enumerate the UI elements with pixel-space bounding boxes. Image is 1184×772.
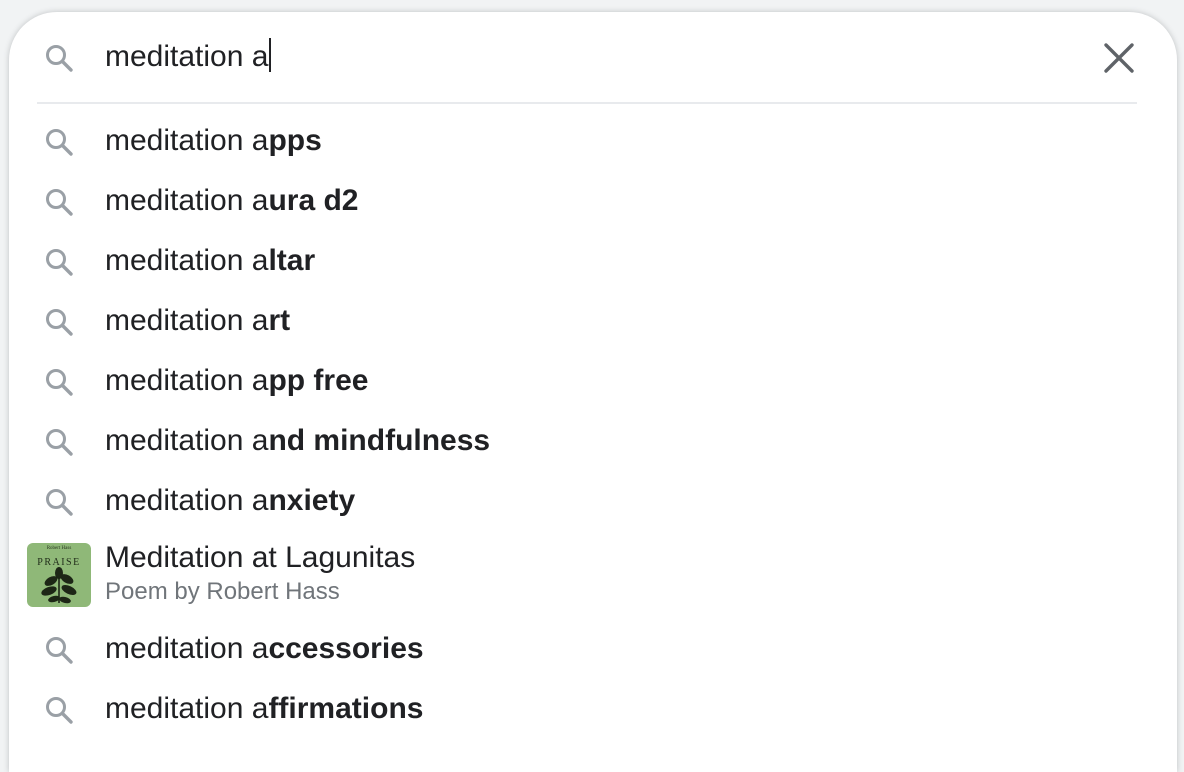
divider bbox=[37, 102, 1137, 104]
search-icon bbox=[43, 186, 75, 218]
suggestion-item[interactable]: meditation altar bbox=[9, 232, 1177, 292]
suggestion-title: Meditation at Lagunitas bbox=[105, 541, 416, 574]
suggestion-text: meditation altar bbox=[105, 243, 315, 279]
suggestion-prefix: meditation a bbox=[105, 692, 269, 725]
suggestion-prefix: meditation a bbox=[105, 484, 269, 517]
search-input[interactable]: meditation a bbox=[105, 38, 272, 75]
search-icon bbox=[43, 426, 75, 458]
suggestion-text: meditation aura d2 bbox=[105, 183, 358, 219]
search-icon bbox=[43, 306, 75, 338]
clear-search-button[interactable] bbox=[1099, 38, 1139, 78]
search-suggestions-panel: meditation a meditation apps meditation … bbox=[9, 12, 1177, 772]
suggestion-completion: ltar bbox=[268, 244, 316, 277]
suggestion-prefix: meditation a bbox=[105, 124, 269, 157]
suggestion-prefix: meditation a bbox=[105, 304, 269, 337]
suggestion-list: meditation apps meditation aura d2 medit… bbox=[9, 112, 1177, 740]
plant-illustration bbox=[41, 567, 77, 604]
suggestion-item-rich[interactable]: Robert Hass PRAISE Meditation at Lagunit… bbox=[9, 532, 1177, 620]
suggestion-prefix: meditation a bbox=[105, 632, 269, 665]
suggestion-completion: ccessories bbox=[268, 632, 424, 665]
suggestion-text: meditation art bbox=[105, 303, 290, 339]
text-caret bbox=[269, 38, 272, 72]
suggestion-completion: pps bbox=[268, 124, 322, 157]
suggestion-item[interactable]: meditation app free bbox=[9, 352, 1177, 412]
search-icon bbox=[43, 634, 75, 666]
suggestion-completion: ffirmations bbox=[268, 692, 424, 725]
search-icon bbox=[43, 42, 75, 74]
suggestion-text: meditation anxiety bbox=[105, 483, 355, 519]
suggestion-text: meditation app free bbox=[105, 363, 368, 399]
suggestion-item[interactable]: meditation and mindfulness bbox=[9, 412, 1177, 472]
search-bar[interactable]: meditation a bbox=[9, 12, 1177, 102]
book-cover-thumbnail: Robert Hass PRAISE bbox=[27, 543, 91, 607]
suggestion-completion: nxiety bbox=[268, 484, 356, 517]
search-input-text: meditation a bbox=[105, 40, 269, 73]
suggestion-completion: pp free bbox=[268, 364, 369, 397]
search-icon bbox=[43, 486, 75, 518]
suggestion-text: meditation affirmations bbox=[105, 691, 423, 727]
search-icon bbox=[43, 366, 75, 398]
suggestion-prefix: meditation a bbox=[105, 184, 269, 217]
close-icon bbox=[1104, 43, 1134, 73]
suggestion-item[interactable]: meditation accessories bbox=[9, 620, 1177, 680]
suggestion-text: meditation apps bbox=[105, 123, 322, 159]
suggestion-item[interactable]: meditation art bbox=[9, 292, 1177, 352]
suggestion-completion: nd mindfulness bbox=[268, 424, 491, 457]
suggestion-item[interactable]: meditation apps bbox=[9, 112, 1177, 172]
search-icon bbox=[43, 246, 75, 278]
suggestion-item[interactable]: meditation affirmations bbox=[9, 680, 1177, 740]
suggestion-completion: ura d2 bbox=[268, 184, 359, 217]
suggestion-prefix: meditation a bbox=[105, 424, 269, 457]
suggestion-text: meditation accessories bbox=[105, 631, 424, 667]
suggestion-item[interactable]: meditation aura d2 bbox=[9, 172, 1177, 232]
suggestion-subtitle: Poem by Robert Hass bbox=[105, 578, 340, 605]
suggestion-item[interactable]: meditation anxiety bbox=[9, 472, 1177, 532]
search-icon bbox=[43, 694, 75, 726]
search-icon bbox=[43, 126, 75, 158]
suggestion-text: meditation and mindfulness bbox=[105, 423, 490, 459]
suggestion-prefix: meditation a bbox=[105, 244, 269, 277]
suggestion-prefix: meditation a bbox=[105, 364, 269, 397]
suggestion-completion: rt bbox=[268, 304, 291, 337]
